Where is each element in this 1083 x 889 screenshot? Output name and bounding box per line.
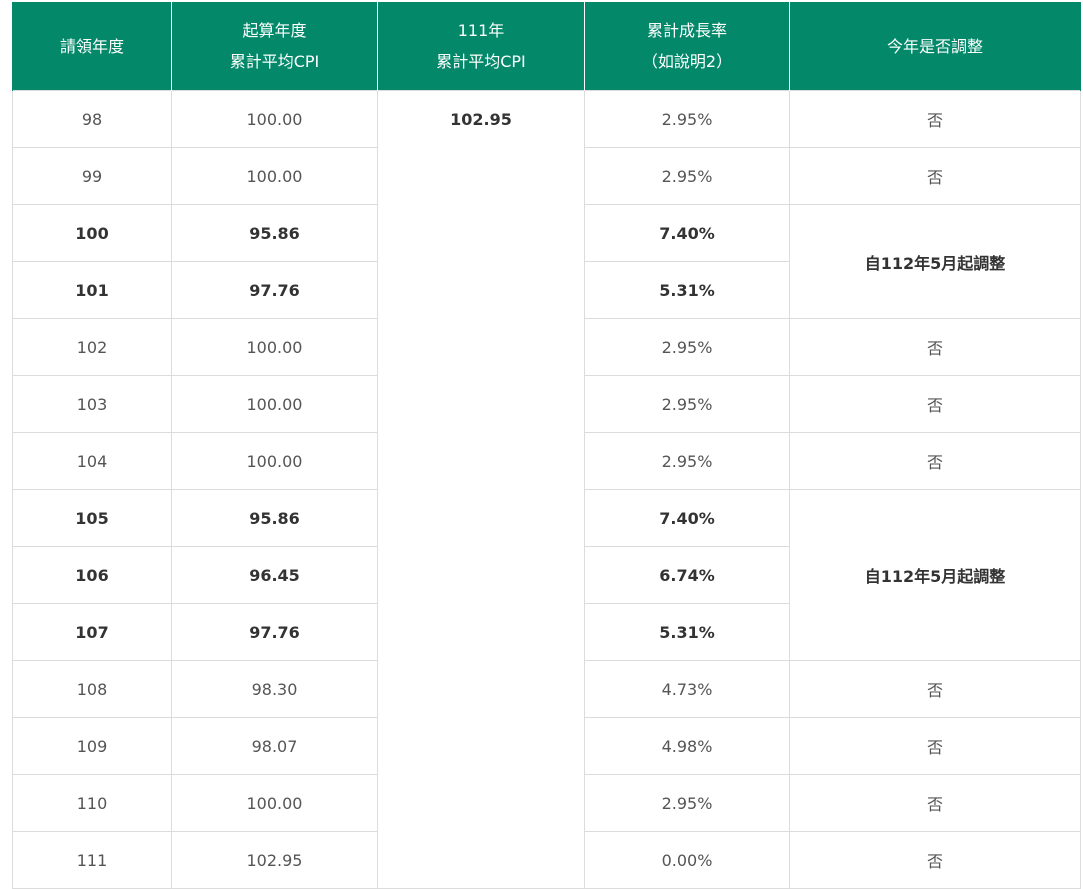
cell-base-cpi: 96.45: [171, 546, 378, 604]
cell-claim-year: 104: [12, 432, 172, 490]
cell-claim-year: 111: [12, 831, 172, 889]
cell-claim-year: 108: [12, 660, 172, 718]
cell-growth-rate: 2.95%: [584, 90, 790, 148]
cell-adjust: 自112年5月起調整: [789, 204, 1081, 319]
header-claim-year-label: 請領年度: [59, 36, 124, 56]
header-growth-rate: 累計成長率 （如說明2）: [584, 2, 790, 91]
cell-growth-rate: 0.00%: [584, 831, 790, 889]
header-111-cpi-line1: 111年: [457, 21, 505, 40]
header-111-cpi: 111年 累計平均CPI: [377, 2, 585, 91]
cell-growth-rate: 2.95%: [584, 318, 790, 376]
cell-growth-rate: 5.31%: [584, 603, 790, 661]
cell-growth-rate: 7.40%: [584, 489, 790, 547]
cell-adjust: 否: [789, 147, 1081, 205]
cell-adjust: 自112年5月起調整: [789, 489, 1081, 661]
cell-growth-rate: 2.95%: [584, 432, 790, 490]
header-base-cpi-line1: 起算年度: [242, 21, 307, 40]
cell-claim-year: 105: [12, 489, 172, 547]
cpi-adjustment-table: 請領年度 起算年度 累計平均CPI 111年 累計平均CPI 累計成長率 （如說…: [12, 2, 1081, 889]
cell-growth-rate: 2.95%: [584, 375, 790, 433]
cell-adjust: 否: [789, 774, 1081, 832]
cell-base-cpi: 100.00: [171, 432, 378, 490]
table-row: 98 100.00 102.95 2.95% 否: [12, 90, 1081, 889]
cell-growth-rate: 4.73%: [584, 660, 790, 718]
cell-adjust: 否: [789, 90, 1081, 148]
cell-growth-rate: 6.74%: [584, 546, 790, 604]
cell-base-cpi: 100.00: [171, 147, 378, 205]
header-claim-year: 請領年度: [12, 2, 172, 91]
header-base-cpi: 起算年度 累計平均CPI: [171, 2, 378, 91]
cell-base-cpi: 97.76: [171, 603, 378, 661]
cell-base-cpi: 97.76: [171, 261, 378, 319]
cell-base-cpi: 98.30: [171, 660, 378, 718]
header-growth-rate-line2: （如說明2）: [641, 52, 733, 71]
cell-base-cpi: 100.00: [171, 90, 378, 148]
cell-growth-rate: 4.98%: [584, 717, 790, 775]
cell-claim-year: 110: [12, 774, 172, 832]
cell-adjust: 否: [789, 717, 1081, 775]
cell-growth-rate: 7.40%: [584, 204, 790, 262]
cell-growth-rate: 2.95%: [584, 774, 790, 832]
cell-claim-year: 103: [12, 375, 172, 433]
header-growth-rate-line1: 累計成長率: [646, 21, 727, 40]
cell-base-cpi: 95.86: [171, 204, 378, 262]
cell-claim-year: 101: [12, 261, 172, 319]
cell-claim-year: 100: [12, 204, 172, 262]
cell-adjust: 否: [789, 660, 1081, 718]
cell-base-cpi: 102.95: [171, 831, 378, 889]
cell-claim-year: 98: [12, 90, 172, 148]
cell-claim-year: 99: [12, 147, 172, 205]
cell-growth-rate: 2.95%: [584, 147, 790, 205]
cell-claim-year: 109: [12, 717, 172, 775]
header-111-cpi-line2: 累計平均CPI: [436, 52, 526, 71]
cell-base-cpi: 98.07: [171, 717, 378, 775]
cell-base-cpi: 100.00: [171, 375, 378, 433]
cell-claim-year: 106: [12, 546, 172, 604]
cell-claim-year: 107: [12, 603, 172, 661]
header-base-cpi-line2: 累計平均CPI: [229, 52, 320, 71]
cell-claim-year: 102: [12, 318, 172, 376]
cell-adjust: 否: [789, 375, 1081, 433]
header-adjust: 今年是否調整: [789, 2, 1081, 91]
cell-adjust: 否: [789, 432, 1081, 490]
cell-adjust: 否: [789, 318, 1081, 376]
cell-base-cpi: 100.00: [171, 318, 378, 376]
header-adjust-label: 今年是否調整: [886, 36, 983, 56]
cell-base-cpi: 95.86: [171, 489, 378, 547]
cell-growth-rate: 5.31%: [584, 261, 790, 319]
cell-adjust: 否: [789, 831, 1081, 889]
cell-111-cpi: 102.95: [377, 90, 585, 889]
cell-base-cpi: 100.00: [171, 774, 378, 832]
table-header-row: 請領年度 起算年度 累計平均CPI 111年 累計平均CPI 累計成長率 （如說…: [12, 2, 1081, 91]
